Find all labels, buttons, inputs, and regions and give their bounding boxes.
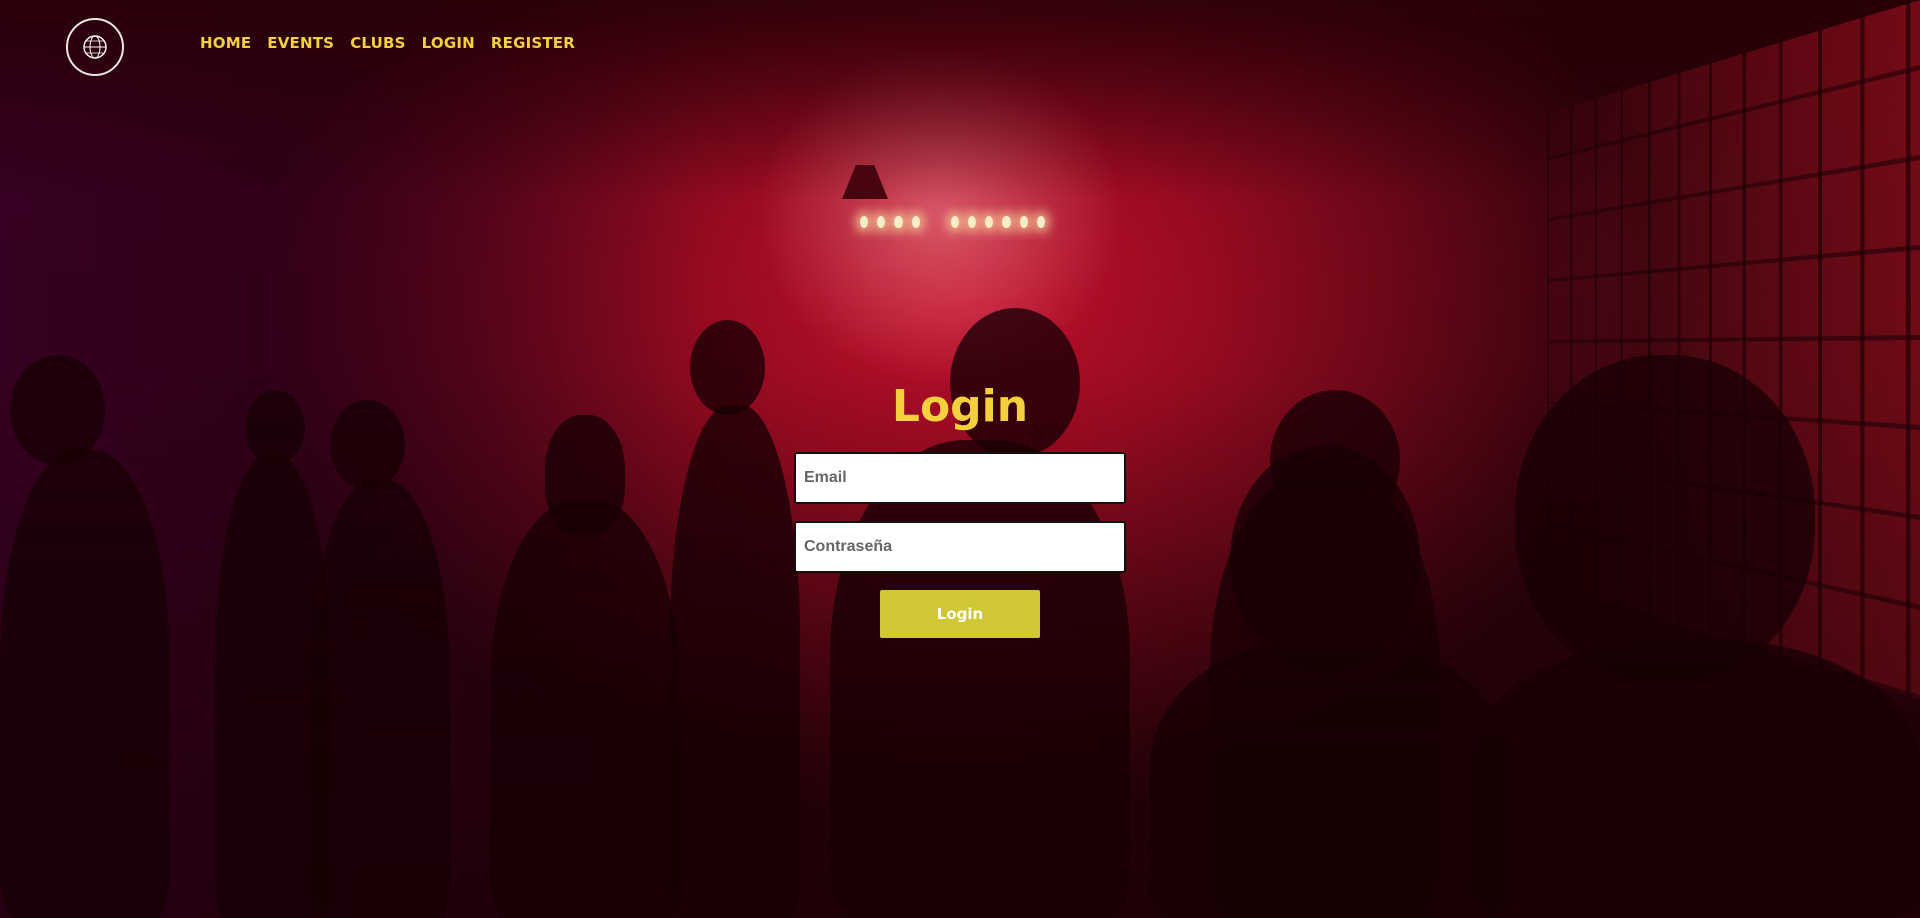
nav-home[interactable]: HOME (200, 34, 251, 52)
nav-clubs[interactable]: CLUBS (350, 34, 405, 52)
password-field[interactable] (794, 521, 1126, 573)
email-field[interactable] (794, 452, 1126, 504)
site-logo[interactable] (66, 18, 124, 76)
login-form: Login Login (794, 380, 1126, 638)
login-button[interactable]: Login (880, 590, 1040, 638)
page: HOME EVENTS CLUBS LOGIN REGISTER Login L… (0, 0, 1920, 918)
login-title: Login (891, 381, 1029, 432)
nav-register[interactable]: REGISTER (491, 34, 575, 52)
nav-login[interactable]: LOGIN (422, 34, 475, 52)
nav-events[interactable]: EVENTS (267, 34, 334, 52)
globe-badge-icon (83, 35, 107, 59)
main-nav: HOME EVENTS CLUBS LOGIN REGISTER (200, 34, 575, 52)
